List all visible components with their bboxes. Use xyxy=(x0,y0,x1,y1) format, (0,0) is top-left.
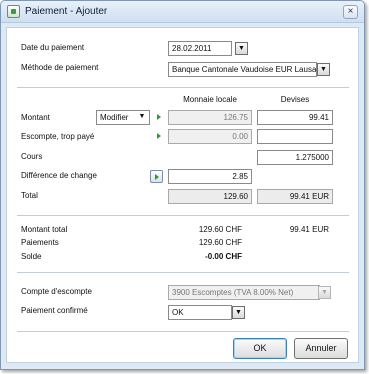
date-field[interactable]: 28.02.2011 xyxy=(168,41,232,56)
total-local-field: 129.60 xyxy=(168,189,252,204)
window-title: Paiement - Ajouter xyxy=(25,6,108,17)
ok-button[interactable]: OK xyxy=(233,338,287,359)
cours-field[interactable]: 1.275000 xyxy=(257,150,333,165)
dialog-window: Paiement - Ajouter × Date du paiement 28… xyxy=(0,0,365,370)
solde-label: Solde xyxy=(21,252,42,261)
method-select[interactable]: Banque Cantonale Vaudoise EUR Lausa xyxy=(168,62,317,77)
compte-dropdown-button[interactable]: ▼ xyxy=(318,286,331,299)
separator xyxy=(17,215,349,216)
separator xyxy=(17,87,349,88)
compte-escompte-label: Compte d'escompte xyxy=(21,287,92,296)
green-arrow-icon xyxy=(157,133,161,139)
total-label: Total xyxy=(21,191,38,200)
title-bar: Paiement - Ajouter × xyxy=(1,1,364,23)
separator xyxy=(17,331,349,332)
montant-total-label: Montant total xyxy=(21,225,68,234)
dialog-body: Date du paiement 28.02.2011 ▼ Méthode de… xyxy=(6,27,359,363)
date-picker-button[interactable]: ▼ xyxy=(235,42,248,55)
total-foreign-field: 99.41 EUR xyxy=(257,189,333,204)
cancel-button[interactable]: Annuler xyxy=(294,338,348,359)
montant-total-foreign: 99.41 EUR xyxy=(289,225,329,234)
column-header-local: Monnaie locale xyxy=(183,95,237,104)
paiements-label: Paiements xyxy=(21,238,59,247)
paiement-confirme-label: Paiement confirmé xyxy=(21,306,88,315)
difference-label: Différence de change xyxy=(21,171,97,180)
difference-field[interactable]: 2.85 xyxy=(168,169,252,184)
escompte-foreign-field[interactable] xyxy=(257,129,333,144)
green-arrow-icon xyxy=(157,114,161,120)
column-header-foreign: Devises xyxy=(280,95,310,104)
date-label: Date du paiement xyxy=(21,43,85,52)
escompte-local-field[interactable]: 0.00 xyxy=(168,129,252,144)
compte-escompte-select[interactable]: 3900 Escomptes (TVA 8.00% Net) xyxy=(168,285,320,300)
method-dropdown-button[interactable]: ▼ xyxy=(317,63,330,76)
montant-label: Montant xyxy=(21,113,50,122)
paiement-confirme-select[interactable]: OK xyxy=(168,305,232,320)
cours-label: Cours xyxy=(21,152,43,161)
app-icon xyxy=(7,5,20,18)
confirme-dropdown-button[interactable]: ▼ xyxy=(232,306,245,319)
method-label: Méthode de paiement xyxy=(21,63,99,72)
apply-difference-button[interactable] xyxy=(150,170,163,183)
close-button[interactable]: × xyxy=(343,5,358,19)
solde-local: -0.00 CHF xyxy=(205,252,242,261)
montant-local-field[interactable]: 126.75 xyxy=(168,110,252,125)
paiements-local: 129.60 CHF xyxy=(198,238,242,247)
modifier-dropdown-arrow[interactable]: ▼ xyxy=(136,111,148,124)
separator xyxy=(17,272,349,273)
montant-foreign-field[interactable]: 99.41 xyxy=(257,110,333,125)
escompte-label: Escompte, trop payé xyxy=(21,132,95,141)
montant-total-local: 129.60 CHF xyxy=(198,225,242,234)
